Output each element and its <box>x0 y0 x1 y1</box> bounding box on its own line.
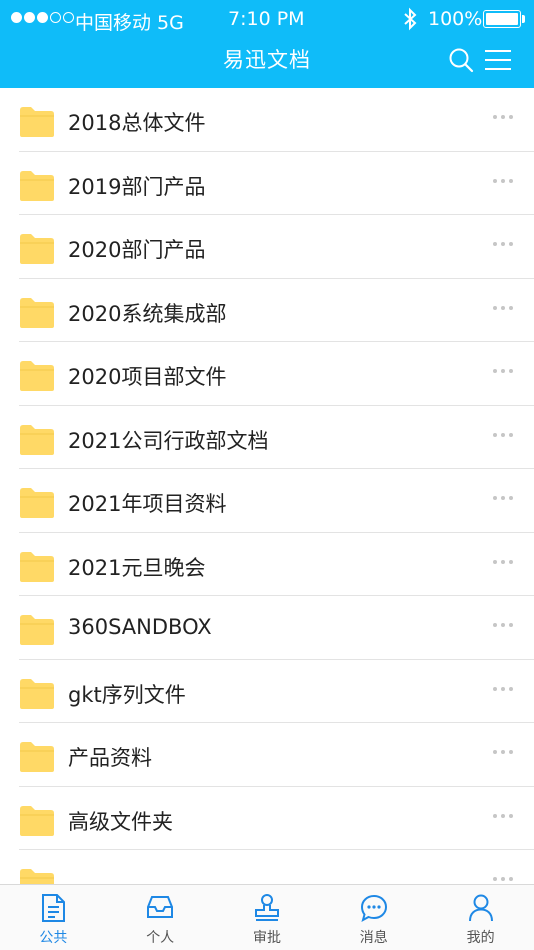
folder-icon <box>19 550 55 587</box>
tab-public[interactable]: 公共 <box>0 885 107 950</box>
folder-name: 2020部门产品 <box>68 238 206 262</box>
more-options-icon[interactable] <box>493 239 513 249</box>
folder-row[interactable]: 2021公司行政部文档 <box>19 406 534 469</box>
more-options-icon[interactable] <box>493 430 513 440</box>
folder-row[interactable] <box>19 850 534 884</box>
search-icon[interactable] <box>448 47 474 77</box>
folder-icon <box>19 105 55 142</box>
more-options-icon[interactable] <box>493 747 513 757</box>
folder-icon <box>19 423 55 460</box>
folder-icon <box>19 677 55 714</box>
inbox-icon <box>145 893 175 925</box>
more-options-icon[interactable] <box>493 620 513 630</box>
battery-percentage: 100% <box>428 8 483 30</box>
more-options-icon[interactable] <box>493 176 513 186</box>
folder-row[interactable]: gkt序列文件 <box>19 660 534 723</box>
clock: 7:10 PM <box>228 8 305 30</box>
tab-personal[interactable]: 个人 <box>107 885 214 950</box>
folder-row[interactable]: 2020系统集成部 <box>19 279 534 342</box>
folder-icon <box>19 613 55 650</box>
tab-label: 消息 <box>359 930 388 946</box>
folder-list: 2018总体文件 2019部门产品 2020部门产品 2020系统集成部 2020项目部… <box>0 88 534 884</box>
folder-icon <box>19 169 55 206</box>
tab-bar: 公共 个人 审批 消息 我的 <box>0 884 534 950</box>
folder-name: 2021元旦晚会 <box>68 555 206 580</box>
signal-strength-icon <box>11 12 74 23</box>
more-options-icon[interactable] <box>493 811 513 821</box>
folder-icon <box>19 296 55 333</box>
tab-label: 公共 <box>39 930 68 946</box>
bluetooth-icon <box>402 7 418 36</box>
tab-label: 我的 <box>466 930 495 946</box>
tab-label: 个人 <box>146 930 175 946</box>
more-options-icon[interactable] <box>493 493 513 503</box>
folder-icon <box>19 867 55 884</box>
more-options-icon[interactable] <box>493 112 513 122</box>
more-options-icon[interactable] <box>493 557 513 567</box>
tab-messages[interactable]: 消息 <box>320 885 427 950</box>
folder-row[interactable]: 2020部门产品 <box>19 215 534 279</box>
folder-row[interactable]: 2021年项目资料 <box>19 469 534 533</box>
folder-row[interactable]: 2019部门产品 <box>19 152 534 215</box>
carrier-label: 中国移动 5G <box>75 12 184 34</box>
folder-name: 2020项目部文件 <box>68 365 227 389</box>
folder-name: 2021年项目资料 <box>68 492 227 516</box>
more-options-icon[interactable] <box>493 303 513 313</box>
folder-icon <box>19 804 55 841</box>
menu-icon[interactable] <box>484 48 512 76</box>
more-options-icon[interactable] <box>493 684 513 694</box>
folder-name: 360SANDBOX <box>68 615 212 639</box>
folder-icon <box>19 359 55 396</box>
chat-bubble-icon <box>359 893 389 927</box>
tab-label: 审批 <box>252 930 281 946</box>
folder-name: 2018总体文件 <box>68 111 206 135</box>
folder-row[interactable]: 产品资料 <box>19 723 534 787</box>
battery-cap <box>522 15 525 23</box>
folder-name: 2020系统集成部 <box>68 301 227 326</box>
status-bar: 中国移动 5G 7:10 PM 100% <box>0 0 534 38</box>
more-options-icon[interactable] <box>493 874 513 884</box>
folder-name: 产品资料 <box>68 746 152 770</box>
folder-name: gkt序列文件 <box>68 682 186 707</box>
stamp-icon <box>252 893 282 927</box>
folder-row[interactable]: 2021元旦晚会 <box>19 533 534 596</box>
folder-name: 2021公司行政部文档 <box>68 428 269 453</box>
app-header: 中国移动 5G 7:10 PM 100% 易迅文档 <box>0 0 534 88</box>
folder-icon <box>19 232 55 269</box>
folder-row[interactable]: 高级文件夹 <box>19 787 534 850</box>
document-icon <box>39 893 67 927</box>
tab-mine[interactable]: 我的 <box>427 885 534 950</box>
folder-icon <box>19 740 55 777</box>
folder-row[interactable]: 2020项目部文件 <box>19 342 534 406</box>
more-options-icon[interactable] <box>493 366 513 376</box>
folder-name: 2019部门产品 <box>68 174 206 199</box>
battery-icon <box>483 10 521 28</box>
tab-approval[interactable]: 审批 <box>214 885 321 950</box>
folder-icon <box>19 486 55 523</box>
folder-row[interactable]: 360SANDBOX <box>19 596 534 660</box>
folder-name: 高级文件夹 <box>68 809 173 834</box>
user-icon <box>467 893 495 927</box>
folder-row[interactable]: 2018总体文件 <box>19 88 534 152</box>
